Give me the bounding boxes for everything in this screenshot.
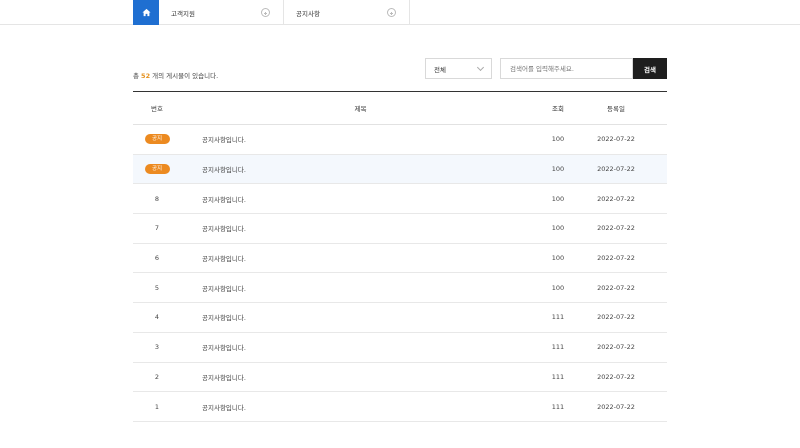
row-views: 100 (551, 135, 565, 144)
row-date: 2022-07-22 (597, 135, 635, 144)
row-title-link[interactable]: 공지사항입니다. (202, 333, 552, 362)
count-prefix: 총 (133, 72, 142, 80)
row-date: 2022-07-22 (597, 343, 635, 352)
row-date: 2022-07-22 (597, 313, 635, 322)
post-count-text: 총 52 개의 게시물이 있습니다. (133, 70, 218, 80)
row-views: 100 (551, 283, 565, 292)
search-input[interactable] (500, 58, 633, 79)
row-views: 111 (551, 313, 565, 322)
home-button[interactable] (133, 0, 159, 25)
post-count: 52 (141, 72, 151, 80)
row-title-link[interactable]: 공지사항입니다. (202, 214, 552, 243)
row-num: 8 (154, 194, 160, 203)
row-title-link[interactable]: 공지사항입니다. (202, 392, 552, 421)
row-num: 6 (154, 254, 160, 263)
row-num: 7 (154, 224, 160, 233)
row-num: 1 (154, 402, 160, 411)
row-title-link[interactable]: 공지사항입니다. (202, 125, 552, 154)
count-suffix: 개의 게시물이 있습니다. (150, 72, 219, 80)
row-num: 2 (154, 372, 160, 381)
row-title-link[interactable]: 공지사항입니다. (202, 273, 552, 302)
row-num: 4 (154, 313, 160, 322)
row-views: 111 (551, 343, 565, 352)
table-row[interactable]: 5 공지사항입니다. 100 2022-07-22 (133, 273, 667, 304)
row-num: 공지 (133, 155, 181, 184)
table-row[interactable]: 공지 공지사항입니다. 100 2022-07-22 (133, 154, 667, 185)
header-date: 등록일 (607, 105, 625, 113)
row-num: 공지 (133, 125, 181, 154)
nav-item-support[interactable]: 고객지원 (159, 0, 284, 25)
row-title-link[interactable]: 공지사항입니다. (202, 244, 552, 273)
row-title-link[interactable]: 공지사항입니다. (202, 303, 552, 332)
nav-item-label: 공지사항 (296, 9, 320, 18)
row-date: 2022-07-22 (597, 254, 635, 263)
row-num: 3 (154, 343, 160, 352)
row-views: 100 (551, 194, 565, 203)
plus-circle-icon (261, 8, 270, 17)
row-date: 2022-07-22 (597, 402, 635, 411)
chevron-down-icon (476, 63, 485, 72)
row-title-link[interactable]: 공지사항입니다. (202, 184, 552, 213)
row-date: 2022-07-22 (597, 283, 635, 292)
search-button[interactable]: 검색 (633, 58, 667, 79)
row-views: 111 (551, 372, 565, 381)
search-category-select[interactable]: 전체 (425, 58, 492, 79)
select-value: 전체 (434, 65, 446, 74)
row-date: 2022-07-22 (597, 372, 635, 381)
top-nav: 고객지원 공지사항 (0, 0, 800, 25)
row-date: 2022-07-22 (597, 224, 635, 233)
table-row[interactable]: 4 공지사항입니다. 111 2022-07-22 (133, 303, 667, 333)
table-header: 번호 제목 조회 등록일 (133, 92, 667, 125)
table-row[interactable]: 6 공지사항입니다. 100 2022-07-22 (133, 244, 667, 274)
row-date: 2022-07-22 (597, 165, 635, 174)
table-row[interactable]: 공지 공지사항입니다. 100 2022-07-22 (133, 125, 667, 155)
row-views: 100 (551, 165, 565, 174)
table-row[interactable]: 2 공지사항입니다. 111 2022-07-22 (133, 363, 667, 393)
row-views: 100 (551, 224, 565, 233)
row-date: 2022-07-22 (597, 194, 635, 203)
header-views: 조회 (552, 105, 564, 113)
table-row[interactable]: 7 공지사항입니다. 100 2022-07-22 (133, 214, 667, 244)
table-row[interactable]: 1 공지사항입니다. 111 2022-07-22 (133, 392, 667, 422)
table-row[interactable]: 8 공지사항입니다. 100 2022-07-22 (133, 184, 667, 215)
row-title-link[interactable]: 공지사항입니다. (202, 155, 552, 184)
home-icon (141, 8, 151, 17)
notice-badge: 공지 (144, 164, 170, 175)
row-views: 111 (551, 402, 565, 411)
nav-item-label: 고객지원 (171, 9, 195, 18)
row-title-link[interactable]: 공지사항입니다. (202, 363, 552, 392)
notice-badge: 공지 (144, 134, 170, 145)
plus-circle-icon (387, 8, 396, 17)
notice-table: 번호 제목 조회 등록일 공지 공지사항입니다. 100 2022-07-22 … (133, 91, 667, 422)
nav-item-notice[interactable]: 공지사항 (284, 0, 410, 25)
header-title: 제목 (354, 105, 367, 113)
table-row[interactable]: 3 공지사항입니다. 111 2022-07-22 (133, 333, 667, 363)
row-views: 100 (551, 254, 565, 263)
row-num: 5 (154, 283, 160, 292)
